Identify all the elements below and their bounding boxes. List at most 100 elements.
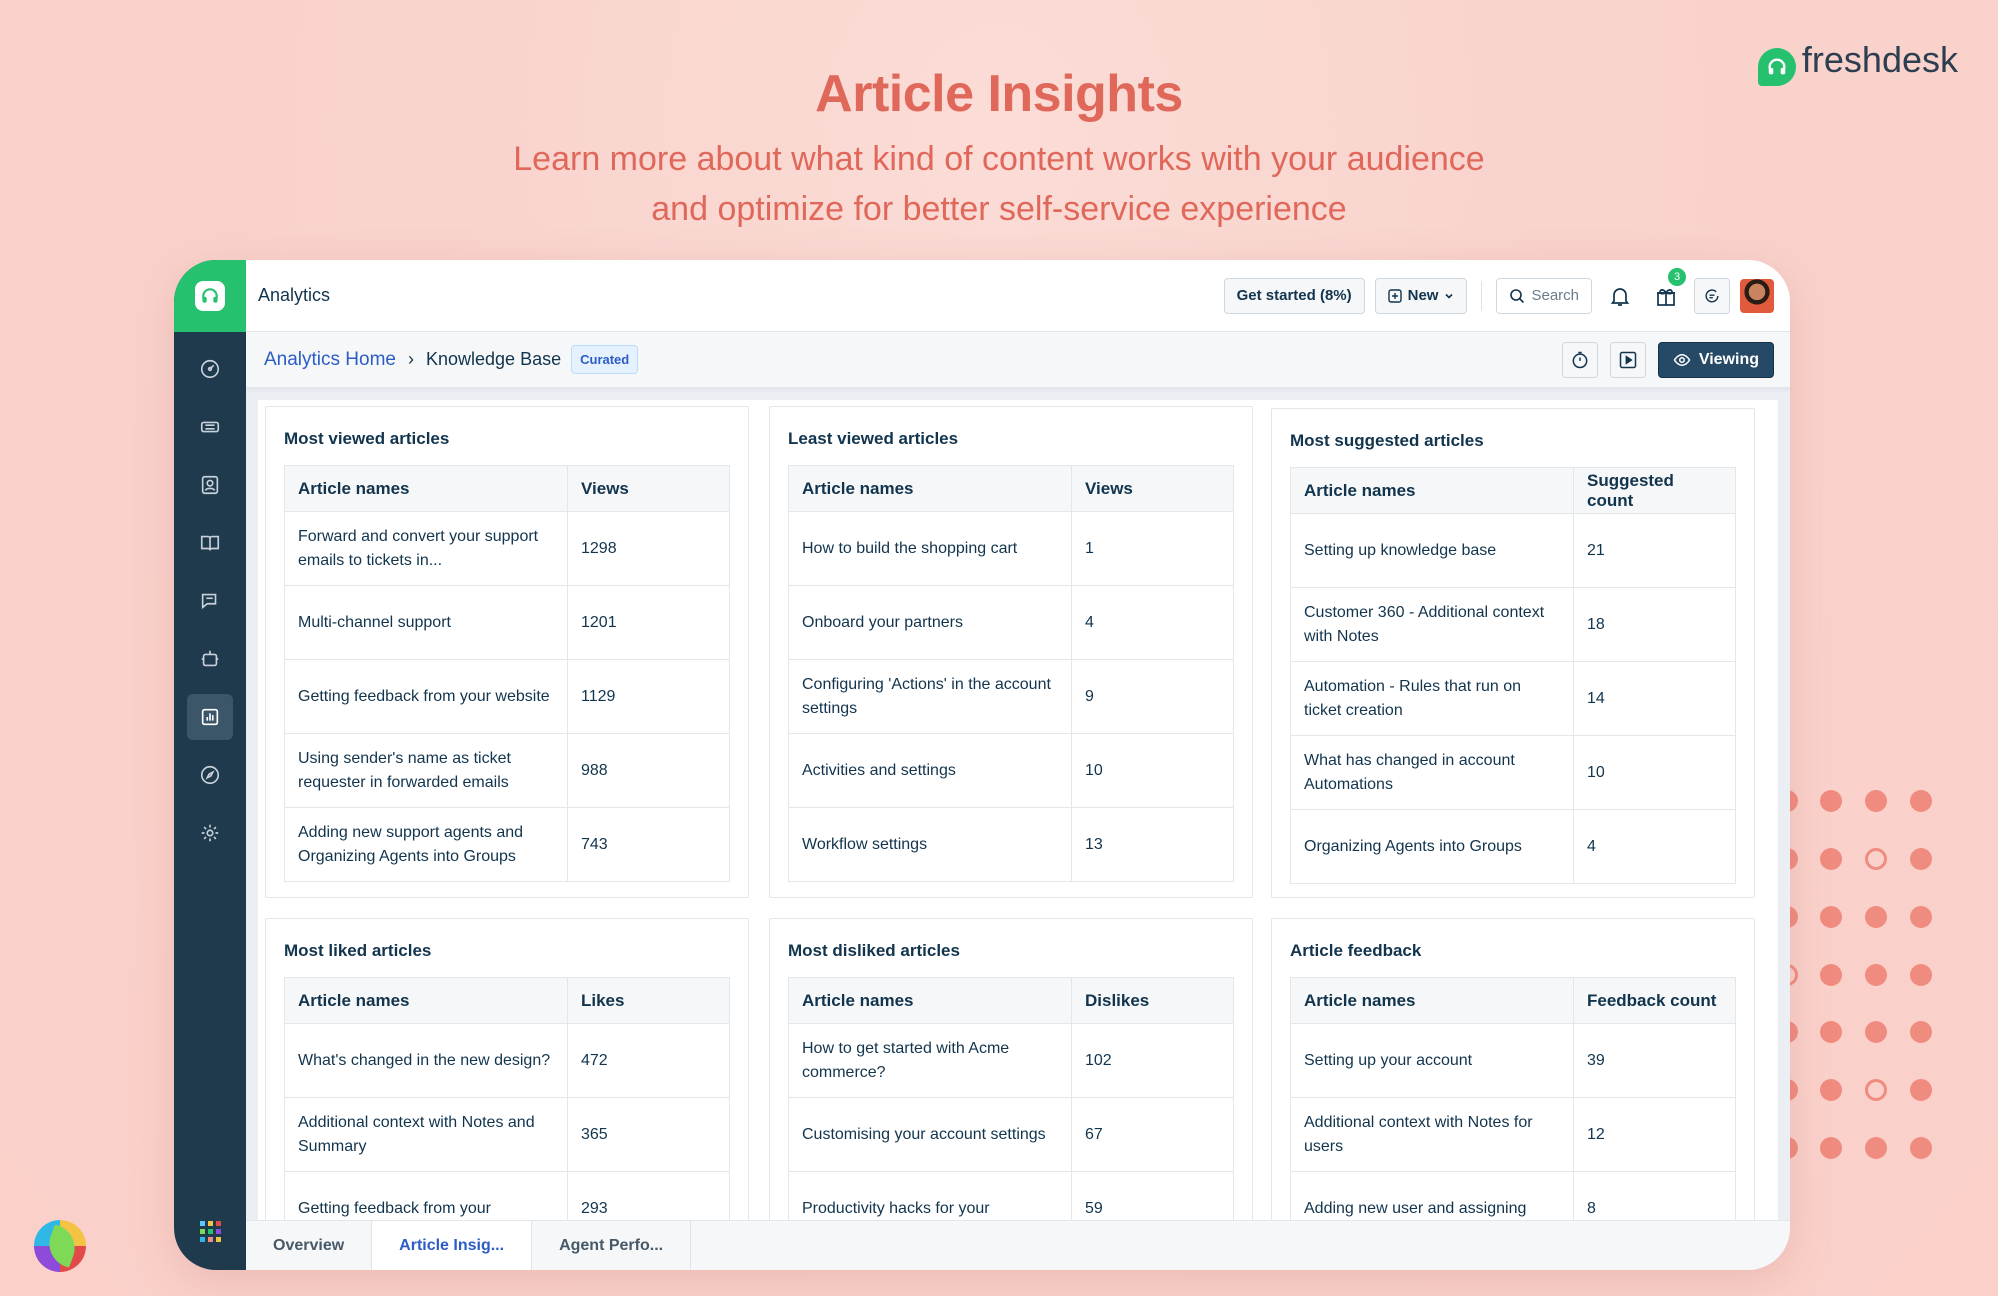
article-views: 743 [567,807,730,882]
article-name[interactable]: Setting up knowledge base [1290,513,1574,588]
article-name[interactable]: What's changed in the new design? [284,1023,568,1098]
table-row[interactable]: What's changed in the new design? 472 [284,1023,730,1098]
column-header: Article names [1290,977,1574,1024]
column-header: Views [1071,465,1234,512]
sidebar-item-contacts[interactable] [187,462,233,508]
least-viewed-table: Article names Views How to build the shop… [788,465,1234,882]
top-bar: Analytics Get started (8%) New Search 3 [246,260,1790,332]
viewing-button[interactable]: Viewing [1657,341,1774,378]
chat-icon [201,593,217,610]
table-row[interactable]: Organizing Agents into Groups 4 [1290,809,1736,884]
table-row[interactable]: How to build the shopping cart 1 [788,511,1234,586]
table-row[interactable]: Setting up your account 39 [1290,1023,1736,1098]
column-header: Likes [567,977,730,1024]
sidebar-item-tickets[interactable] [187,404,233,450]
article-name[interactable]: Workflow settings [788,807,1072,882]
table-row[interactable]: Configuring 'Actions' in the account set… [788,659,1234,734]
freshworks-logo [34,1220,86,1272]
table-row[interactable]: Setting up knowledge base 21 [1290,513,1736,588]
article-name[interactable]: Productivity hacks for your [788,1171,1072,1220]
sidebar-item-dashboard[interactable] [187,346,233,392]
table-row[interactable]: Additional context with Notes for users 1… [1290,1097,1736,1172]
new-button[interactable]: New [1374,277,1468,314]
table-row[interactable]: Using sender's name as ticket requester … [284,733,730,808]
gift-badge: 3 [1668,267,1686,286]
article-name[interactable]: Customer 360 - Additional context with N… [1290,587,1574,662]
article-name[interactable]: Using sender's name as ticket requester … [284,733,568,808]
table-row[interactable]: Productivity hacks for your 59 [788,1171,1234,1220]
hero-subtitle-line2: and optimize for better self-service exp… [651,190,1347,228]
sidebar-item-forums[interactable] [187,578,233,624]
sidebar-item-settings[interactable] [187,810,233,856]
bottom-tabs: Overview Article Insig... Agent Perfo... [246,1220,1790,1270]
table-row[interactable]: Multi-channel support 1201 [284,585,730,660]
analytics-icon [201,708,219,726]
sidebar-item-discover[interactable] [187,752,233,798]
app-switcher-icon[interactable] [200,1221,222,1248]
article-name[interactable]: How to build the shopping cart [788,511,1072,586]
article-views: 1298 [567,511,730,586]
table-row[interactable]: Forward and convert your support emails … [284,511,730,586]
table-row[interactable]: Workflow settings 13 [788,807,1234,882]
article-feedback-table: Article names Feedback count Setting up y… [1290,977,1736,1220]
app-window: Analytics Get started (8%) New Search 3 [174,260,1790,1270]
tab-article-insights[interactable]: Article Insig... [372,1221,533,1270]
column-header: Article names [284,465,568,512]
article-name[interactable]: Getting feedback from your website [284,659,568,734]
article-name[interactable]: Additional context with Notes and Summar… [284,1097,568,1172]
table-row[interactable]: Getting feedback from your website 1129 [284,659,730,734]
article-name[interactable]: Organizing Agents into Groups [1290,809,1574,884]
search-input[interactable]: Search [1496,277,1592,314]
article-name[interactable]: Automation - Rules that run on ticket cr… [1290,661,1574,736]
chevron-down-icon [1445,293,1454,299]
article-name[interactable]: Forward and convert your support emails … [284,511,568,586]
sidebar-logo[interactable] [174,260,246,332]
article-name[interactable]: Additional context with Notes for users [1290,1097,1574,1172]
article-name[interactable]: Setting up your account [1290,1023,1574,1098]
article-dislikes: 102 [1071,1023,1234,1098]
table-row[interactable]: Customer 360 - Additional context with N… [1290,587,1736,662]
feedback-count: 39 [1573,1023,1736,1098]
table-row[interactable]: Adding new user and assigning 8 [1290,1171,1736,1220]
sidebar-item-solutions[interactable] [187,520,233,566]
article-name[interactable]: Multi-channel support [284,585,568,660]
most-disliked-table: Article names Dislikes How to get started… [788,977,1234,1220]
search-icon [1510,288,1525,303]
article-name[interactable]: Onboard your partners [788,585,1072,660]
table-row[interactable]: How to get started with Acme commerce? 10… [788,1023,1234,1098]
table-row[interactable]: Customising your account settings 67 [788,1097,1234,1172]
table-row[interactable]: Adding new support agents and Organizing… [284,807,730,882]
table-row[interactable]: What has changed in account Automations 1… [1290,735,1736,810]
timer-icon [1572,351,1588,368]
article-name[interactable]: Adding new support agents and Organizing… [284,807,568,882]
sidebar-item-bots[interactable] [187,636,233,682]
tab-overview[interactable]: Overview [246,1221,373,1270]
table-row[interactable]: Activities and settings 10 [788,733,1234,808]
article-name[interactable]: Getting feedback from your [284,1171,568,1220]
article-name[interactable]: What has changed in account Automations [1290,735,1574,810]
table-row[interactable]: Automation - Rules that run on ticket cr… [1290,661,1736,736]
sidebar-item-analytics[interactable] [187,694,233,740]
article-name[interactable]: Activities and settings [788,733,1072,808]
avatar[interactable] [1740,278,1774,313]
tab-agent-performance[interactable]: Agent Perfo... [532,1221,692,1270]
schedule-button[interactable] [1561,341,1598,378]
gift-button[interactable]: 3 [1648,267,1686,314]
table-row[interactable]: Onboard your partners 4 [788,585,1234,660]
article-name[interactable]: Configuring 'Actions' in the account set… [788,659,1072,734]
suggested-count: 10 [1573,735,1736,810]
breadcrumb-home-link[interactable]: Analytics Home [264,349,396,371]
feedback-count: 12 [1573,1097,1736,1172]
column-header: Article names [788,977,1072,1024]
article-name[interactable]: Adding new user and assigning [1290,1171,1574,1220]
article-name[interactable]: How to get started with Acme commerce? [788,1023,1072,1098]
notifications-button[interactable] [1602,278,1638,314]
article-name[interactable]: Customising your account settings [788,1097,1072,1172]
card-title: Most viewed articles [284,429,450,448]
present-button[interactable] [1609,341,1646,378]
freddy-button[interactable] [1694,277,1730,314]
table-row[interactable]: Additional context with Notes and Summar… [284,1097,730,1172]
table-row[interactable]: Getting feedback from your 293 [284,1171,730,1220]
get-started-button[interactable]: Get started (8%) [1223,277,1365,314]
most-viewed-table: Article names Views Forward and convert y… [284,465,730,882]
